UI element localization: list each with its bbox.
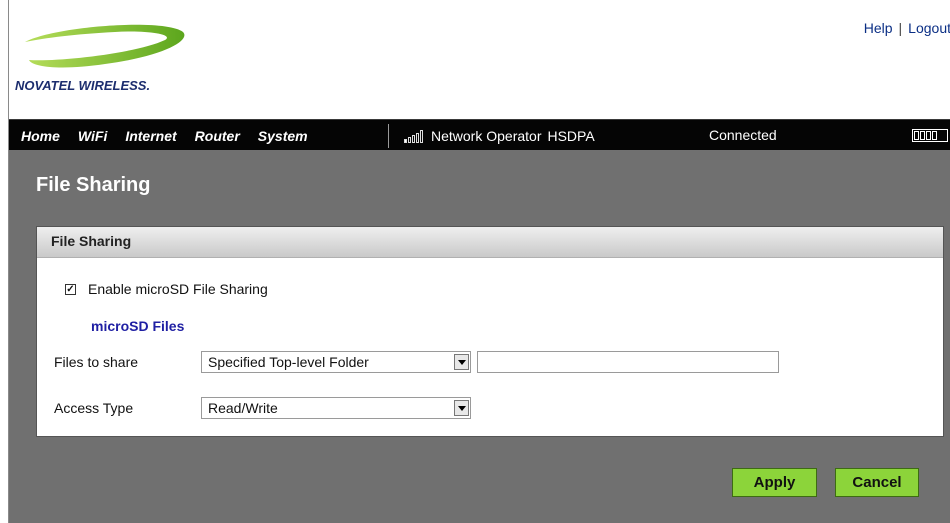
nav-item-home[interactable]: Home [21,128,60,144]
panel-title: File Sharing [37,227,943,258]
access-type-select[interactable]: Read/Write [201,397,471,419]
microsd-files-heading: microSD Files [91,318,185,334]
app-frame: NOVATEL WIRELESS. Help | Logout Home WiFi … [8,0,950,523]
brand-name: NOVATEL WIRELESS. [15,78,151,93]
nav-divider [388,124,389,148]
access-type-value: Read/Write [208,400,278,416]
access-type-label: Access Type [54,400,134,416]
network-operator: Network Operator [431,127,542,144]
nav-item-wifi[interactable]: WiFi [78,128,107,144]
network-technology: HSDPA [547,127,595,144]
top-links-separator: | [898,20,903,36]
enable-file-sharing-label: Enable microSD File Sharing [88,281,268,297]
file-sharing-panel: File Sharing ✓ Enable microSD File Shari… [36,226,944,437]
nav-bar: Home WiFi Internet Router System Network… [9,119,950,151]
cancel-button[interactable]: Cancel [835,468,919,497]
top-links: Help | Logout [864,20,950,36]
help-link[interactable]: Help [864,20,893,36]
apply-button[interactable]: Apply [732,468,817,497]
enable-file-sharing-row: ✓ Enable microSD File Sharing [65,281,268,297]
header: NOVATEL WIRELESS. Help | Logout [9,0,950,119]
page-title: File Sharing [36,174,151,196]
files-to-share-label: Files to share [54,354,139,370]
main-nav: Home WiFi Internet Router System [9,120,314,151]
files-to-share-value: Specified Top-level Folder [208,354,369,370]
status-area: Network Operator HSDPA [404,120,595,151]
nav-item-internet[interactable]: Internet [125,128,176,144]
folder-path-input[interactable] [477,351,779,373]
logo-swoosh-icon [25,24,185,68]
battery-icon [912,129,948,142]
chevron-down-icon [454,354,469,370]
chevron-down-icon [454,400,469,416]
nav-item-router[interactable]: Router [195,128,240,144]
nav-item-system[interactable]: System [258,128,308,144]
main-content: File Sharing File Sharing ✓ Enable micro… [9,150,950,523]
enable-file-sharing-checkbox[interactable]: ✓ [65,283,76,295]
signal-strength-icon [404,129,424,143]
connection-status: Connected [709,127,777,143]
files-to-share-select[interactable]: Specified Top-level Folder [201,351,471,373]
logout-link[interactable]: Logout [908,20,950,36]
